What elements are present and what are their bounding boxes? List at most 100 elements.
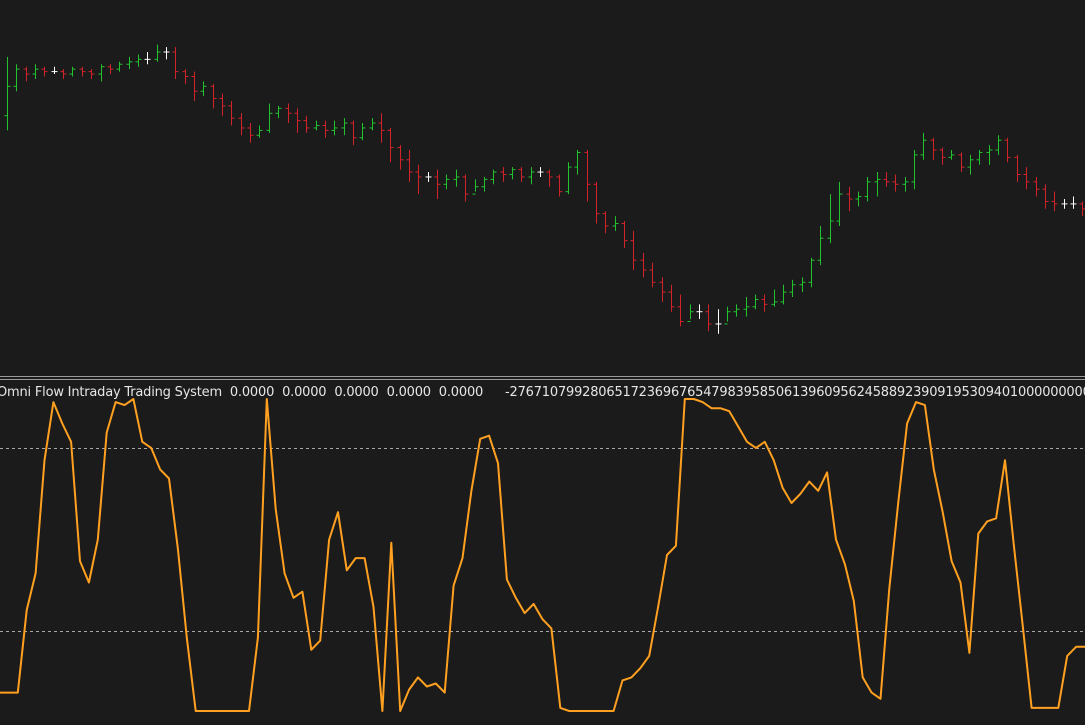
ohlc-bar bbox=[387, 127, 394, 163]
ohlc-bar bbox=[60, 69, 67, 79]
ohlc-bar bbox=[313, 120, 320, 131]
ohlc-bar bbox=[995, 135, 1002, 155]
indicator-buffer-5: 0.0000 bbox=[438, 385, 484, 400]
ohlc-bar bbox=[285, 103, 292, 124]
ohlc-bar bbox=[359, 123, 366, 141]
ohlc-bar bbox=[715, 309, 722, 334]
indicator-buffer-4: 0.0000 bbox=[386, 385, 431, 400]
separator-line-top bbox=[0, 376, 1085, 377]
ohlc-bar bbox=[892, 174, 899, 192]
indicator-buffer-2: 0.0000 bbox=[282, 385, 327, 400]
ohlc-bar bbox=[116, 61, 123, 72]
ohlc-bar bbox=[397, 145, 404, 170]
ohlc-bar bbox=[518, 167, 525, 182]
ohlc-bar bbox=[967, 154, 974, 175]
ohlc-bar bbox=[462, 174, 469, 202]
ohlc-bar bbox=[1079, 201, 1085, 217]
ohlc-bar bbox=[948, 150, 955, 160]
ohlc-bar bbox=[350, 120, 357, 146]
separator-line-bottom bbox=[0, 379, 1085, 380]
ohlc-bar bbox=[481, 176, 488, 192]
ohlc-bar bbox=[911, 150, 918, 190]
ohlc-bar bbox=[490, 169, 497, 185]
ohlc-bar bbox=[855, 191, 862, 207]
ohlc-bar bbox=[799, 277, 806, 293]
ohlc-bar bbox=[41, 66, 48, 77]
indicator-buffer-3: 0.0000 bbox=[334, 385, 379, 400]
ohlc-bar bbox=[864, 176, 871, 202]
ohlc-bar bbox=[986, 145, 993, 165]
ohlc-bar bbox=[256, 125, 263, 138]
ohlc-bar bbox=[649, 262, 656, 288]
ohlc-bar bbox=[13, 64, 20, 92]
ohlc-bar bbox=[565, 162, 572, 195]
ohlc-bar bbox=[322, 120, 329, 138]
ohlc-bar bbox=[238, 113, 245, 136]
ohlc-bar bbox=[920, 132, 927, 160]
ohlc-bar bbox=[1051, 191, 1058, 212]
ohlc-bar bbox=[902, 176, 909, 192]
ohlc-bar bbox=[172, 47, 179, 79]
indicator-series-line bbox=[0, 398, 1085, 712]
ohlc-bar bbox=[107, 64, 114, 75]
ohlc-bar bbox=[88, 69, 95, 79]
ohlc-bar bbox=[425, 172, 432, 182]
price-chart[interactable] bbox=[0, 0, 1085, 376]
ohlc-bar bbox=[406, 150, 413, 182]
ohlc-bar bbox=[808, 257, 815, 288]
ohlc-bar bbox=[415, 164, 422, 195]
ohlc-bar bbox=[743, 297, 750, 317]
ohlc-bar bbox=[509, 167, 516, 180]
ohlc-bar bbox=[331, 120, 338, 136]
ohlc-bar bbox=[621, 221, 628, 248]
ohlc-bar bbox=[200, 81, 207, 97]
ohlc-bar bbox=[705, 304, 712, 332]
indicator-label: Omni Flow Intraday Trading System 0.0000… bbox=[0, 385, 1085, 400]
ohlc-bar bbox=[761, 294, 768, 312]
ohlc-bar bbox=[144, 52, 151, 65]
ohlc-bar bbox=[51, 66, 58, 75]
ohlc-bar bbox=[817, 225, 824, 266]
ohlc-bar bbox=[135, 54, 142, 67]
ohlc-bar bbox=[500, 167, 507, 182]
ohlc-bar bbox=[883, 172, 890, 187]
ohlc-bar bbox=[341, 118, 348, 136]
ohlc-bar bbox=[602, 211, 609, 234]
ohlc-bar bbox=[630, 230, 637, 271]
ohlc-bar bbox=[584, 150, 591, 202]
ohlc-bar bbox=[369, 118, 376, 131]
ohlc-bar bbox=[266, 103, 273, 133]
ohlc-bar bbox=[98, 64, 105, 82]
indicator-name: Omni Flow Intraday Trading System bbox=[0, 385, 222, 400]
ohlc-bar bbox=[79, 66, 86, 77]
ohlc-bar bbox=[1042, 184, 1049, 209]
ohlc-bar bbox=[537, 167, 544, 177]
ohlc-bar bbox=[1061, 199, 1068, 209]
ohlc-bar bbox=[874, 172, 881, 197]
ohlc-bar bbox=[219, 93, 226, 116]
ohlc-bar bbox=[687, 304, 694, 322]
ohlc-bar bbox=[976, 150, 983, 165]
ohlc-bar bbox=[228, 101, 235, 126]
ohlc-bar bbox=[556, 174, 563, 197]
ohlc-bar bbox=[528, 167, 535, 185]
ohlc-bar bbox=[1070, 196, 1077, 209]
ohlc-bar bbox=[23, 66, 30, 82]
ohlc-bar bbox=[303, 115, 310, 133]
indicator-chart[interactable] bbox=[0, 381, 1085, 725]
ohlc-bar bbox=[930, 137, 937, 160]
ohlc-bar bbox=[69, 66, 76, 77]
ohlc-bar bbox=[163, 47, 170, 60]
trading-chart-window: { "colors": { "background": "#1b1b1b", "… bbox=[0, 0, 1085, 725]
indicator-buffer-1: 0.0000 bbox=[229, 385, 275, 400]
ohlc-bar bbox=[294, 108, 301, 133]
ohlc-bar bbox=[434, 169, 441, 199]
ohlc-bar bbox=[4, 56, 11, 131]
ohlc-bar bbox=[443, 174, 450, 190]
ohlc-bar bbox=[1023, 167, 1030, 190]
ohlc-bar bbox=[612, 216, 619, 231]
ohlc-bar bbox=[696, 304, 703, 320]
ohlc-bar bbox=[1033, 176, 1040, 197]
ohlc-bar bbox=[32, 64, 39, 79]
ohlc-bar bbox=[191, 71, 198, 101]
